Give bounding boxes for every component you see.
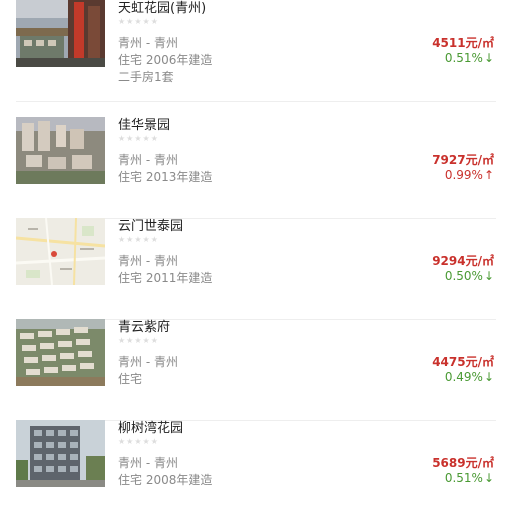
property-thumbnail[interactable] — [16, 117, 105, 184]
list-item[interactable]: 天虹花园(青州) ★★★★★ 青州 - 青州 住宅 2006年建造 二手房1套 … — [16, 0, 496, 102]
rating-stars: ★★★★★ — [118, 134, 159, 143]
property-location: 青州 - 青州 — [118, 36, 178, 50]
unit-price: 4475元/㎡ — [432, 355, 494, 369]
unit-price: 4511元/㎡ — [432, 36, 494, 50]
property-thumbnail[interactable] — [16, 420, 105, 487]
property-name[interactable]: 云门世泰园 — [118, 215, 183, 234]
property-location: 青州 - 青州 — [118, 254, 178, 268]
property-type-year: 住宅 2013年建造 — [118, 170, 213, 184]
price-change-value: 0.49% — [444, 370, 483, 384]
up-arrow-icon: ↑ — [483, 168, 494, 182]
price-change-value: 0.50% — [444, 269, 483, 283]
property-name[interactable]: 柳树湾花园 — [118, 417, 183, 436]
rating-stars: ★★★★★ — [118, 336, 159, 345]
list-item[interactable]: 青云紫府 ★★★★★ 青州 - 青州 住宅 4475元/㎡ 0.49%↓ — [16, 319, 496, 421]
price-change-value: 0.51% — [444, 51, 483, 65]
property-type-year: 住宅 2008年建造 — [118, 473, 213, 487]
price-change: 0.51%↓ — [445, 471, 494, 485]
property-thumbnail[interactable] — [16, 0, 105, 67]
price-change-value: 0.51% — [444, 471, 483, 485]
price-change: 0.51%↓ — [445, 51, 494, 65]
price-change: 0.99%↑ — [445, 168, 494, 182]
property-type-year: 住宅 2006年建造 — [118, 53, 213, 67]
property-thumbnail[interactable] — [16, 218, 105, 285]
property-type-year: 住宅 2011年建造 — [118, 271, 213, 285]
property-list: 天虹花园(青州) ★★★★★ 青州 - 青州 住宅 2006年建造 二手房1套 … — [0, 0, 511, 504]
property-location: 青州 - 青州 — [118, 456, 178, 470]
property-name[interactable]: 青云紫府 — [118, 316, 170, 335]
property-name[interactable]: 天虹花园(青州) — [118, 0, 206, 16]
secondhand-count[interactable]: 二手房1套 — [118, 68, 174, 85]
unit-price: 9294元/㎡ — [432, 254, 494, 268]
unit-price: 7927元/㎡ — [432, 153, 494, 167]
list-item[interactable]: 柳树湾花园 ★★★★★ 青州 - 青州 住宅 2008年建造 5689元/㎡ 0… — [16, 420, 496, 521]
list-item[interactable]: 云门世泰园 ★★★★★ 青州 - 青州 住宅 2011年建造 9294元/㎡ 0… — [16, 218, 496, 320]
list-item[interactable]: 佳华景园 ★★★★★ 青州 - 青州 住宅 2013年建造 7927元/㎡ 0.… — [16, 117, 496, 219]
rating-stars: ★★★★★ — [118, 17, 159, 26]
down-arrow-icon: ↓ — [483, 370, 494, 384]
property-type-year: 住宅 — [118, 372, 143, 386]
property-location: 青州 - 青州 — [118, 153, 178, 167]
price-change-value: 0.99% — [444, 168, 483, 182]
price-change: 0.49%↓ — [445, 370, 494, 384]
property-name[interactable]: 佳华景园 — [118, 114, 170, 133]
down-arrow-icon: ↓ — [483, 471, 494, 485]
property-location: 青州 - 青州 — [118, 355, 178, 369]
rating-stars: ★★★★★ — [118, 235, 159, 244]
property-thumbnail[interactable] — [16, 319, 105, 386]
unit-price: 5689元/㎡ — [432, 456, 494, 470]
down-arrow-icon: ↓ — [483, 51, 494, 65]
down-arrow-icon: ↓ — [483, 269, 494, 283]
price-change: 0.50%↓ — [445, 269, 494, 283]
rating-stars: ★★★★★ — [118, 437, 159, 446]
